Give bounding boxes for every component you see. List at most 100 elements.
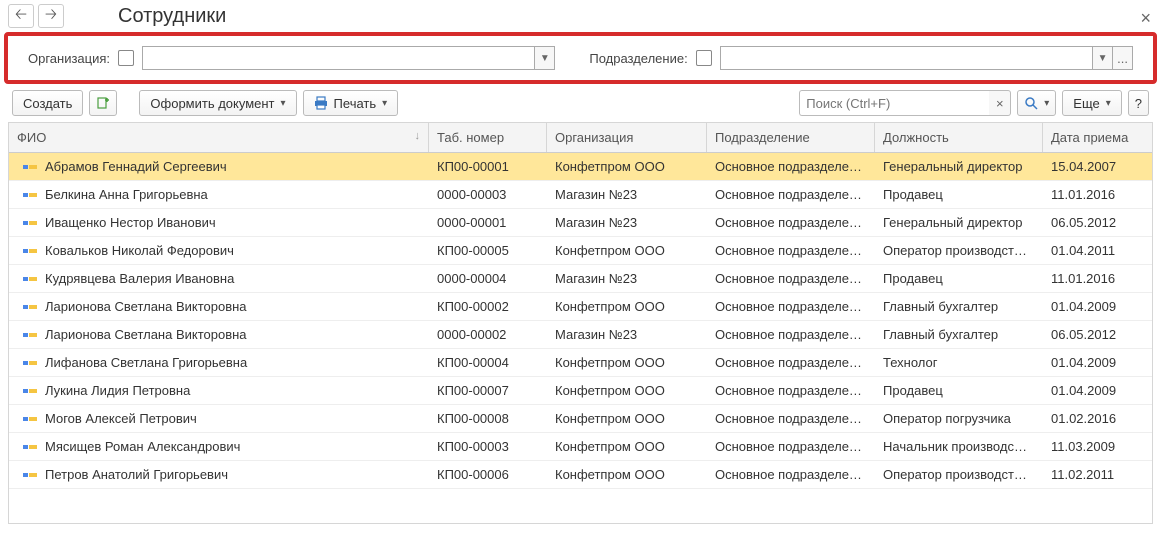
cell-fio: Кудрявцева Валерия Ивановна <box>9 271 429 286</box>
cell-dol: Оператор производст… <box>875 243 1043 258</box>
table-row[interactable]: Могов Алексей ПетровичКП00-00008Конфетпр… <box>9 405 1152 433</box>
cell-pod: Основное подразделе… <box>707 355 875 370</box>
create-button[interactable]: Создать <box>12 90 83 116</box>
org-select-input[interactable] <box>142 46 535 70</box>
toolbar: Создать Оформить документ ▾ Печать ▾ × ▾… <box>0 90 1161 122</box>
employee-icon <box>23 445 37 449</box>
pod-checkbox[interactable] <box>696 50 712 66</box>
col-date[interactable]: Дата приема <box>1043 123 1143 152</box>
cell-tab: КП00-00004 <box>429 355 547 370</box>
table-row[interactable]: Ларионова Светлана Викторовна0000-00002М… <box>9 321 1152 349</box>
grid-header: ФИО ↓ Таб. номер Организация Подразделен… <box>9 123 1152 153</box>
cell-pod: Основное подразделе… <box>707 439 875 454</box>
org-label: Организация: <box>28 51 110 66</box>
help-button[interactable]: ? <box>1128 90 1149 116</box>
table-row[interactable]: Мясищев Роман АлександровичКП00-00003Кон… <box>9 433 1152 461</box>
table-row[interactable]: Иващенко Нестор Иванович 0000-00001Магази… <box>9 209 1152 237</box>
cell-fio: Ларионова Светлана Викторовна <box>9 299 429 314</box>
cell-fio: Ларионова Светлана Викторовна <box>9 327 429 342</box>
ellipsis-icon: ... <box>1117 51 1128 66</box>
table-row[interactable]: Ларионова Светлана ВикторовнаКП00-00002К… <box>9 293 1152 321</box>
close-button[interactable]: × <box>1140 8 1151 29</box>
pod-select-dropdown[interactable]: ▼ <box>1093 46 1113 70</box>
cell-tab: КП00-00007 <box>429 383 547 398</box>
employees-grid: ФИО ↓ Таб. номер Организация Подразделен… <box>8 122 1153 524</box>
search-button[interactable]: ▾ <box>1017 90 1056 116</box>
cell-date: 11.03.2009 <box>1043 439 1143 454</box>
back-button[interactable]: 🡠 <box>8 4 34 28</box>
table-row[interactable]: Лукина Лидия Петровна КП00-00007Конфетпро… <box>9 377 1152 405</box>
arrow-left-icon: 🡠 <box>15 4 27 29</box>
fio-text: Петров Анатолий Григорьевич <box>45 467 228 482</box>
cell-pod: Основное подразделе… <box>707 271 875 286</box>
pod-select-more[interactable]: ... <box>1113 46 1133 70</box>
employee-icon <box>23 333 37 337</box>
cell-org: Магазин №23 <box>547 327 707 342</box>
cell-org: Конфетпром ООО <box>547 411 707 426</box>
table-row[interactable]: Ковальков Николай ФедоровичКП00-00005Кон… <box>9 237 1152 265</box>
cell-tab: КП00-00006 <box>429 467 547 482</box>
employee-icon <box>23 193 37 197</box>
employee-icon <box>23 249 37 253</box>
search-icon <box>1024 96 1038 110</box>
chevron-down-icon: ▾ <box>1106 98 1111 109</box>
cell-dol: Оператор погрузчика <box>875 411 1043 426</box>
fio-text: Могов Алексей Петрович <box>45 411 197 426</box>
cell-dol: Продавец <box>875 187 1043 202</box>
col-tab[interactable]: Таб. номер <box>429 123 547 152</box>
print-icon <box>314 96 328 110</box>
cell-date: 01.02.2016 <box>1043 411 1143 426</box>
fio-text: Мясищев Роман Александрович <box>45 439 240 454</box>
fio-text: Лукина Лидия Петровна <box>45 383 190 398</box>
cell-date: 11.01.2016 <box>1043 271 1143 286</box>
fio-text: Абрамов Геннадий Сергеевич <box>45 159 227 174</box>
fio-text: Лифанова Светлана Григорьевна <box>45 355 247 370</box>
cell-dol: Главный бухгалтер <box>875 327 1043 342</box>
cell-date: 11.01.2016 <box>1043 187 1143 202</box>
fio-text: Иващенко Нестор Иванович <box>45 215 216 230</box>
table-row[interactable]: Абрамов Геннадий СергеевичКП00-00001Конф… <box>9 153 1152 181</box>
employee-icon <box>23 165 37 169</box>
close-icon: × <box>1140 8 1151 28</box>
document-button[interactable]: Оформить документ ▾ <box>139 90 296 116</box>
cell-fio: Лукина Лидия Петровна <box>9 383 429 398</box>
search-clear-button[interactable]: × <box>989 90 1011 116</box>
pod-select-input[interactable] <box>720 46 1093 70</box>
forward-button[interactable]: 🡢 <box>38 4 64 28</box>
cell-fio: Иващенко Нестор Иванович <box>9 215 429 230</box>
cell-org: Конфетпром ООО <box>547 355 707 370</box>
cell-fio: Лифанова Светлана Григорьевна <box>9 355 429 370</box>
cell-tab: 0000-00001 <box>429 215 547 230</box>
cell-date: 06.05.2012 <box>1043 215 1143 230</box>
cell-org: Конфетпром ООО <box>547 159 707 174</box>
more-button[interactable]: Еще ▾ <box>1062 90 1121 116</box>
search-input[interactable] <box>799 90 989 116</box>
org-checkbox[interactable] <box>118 50 134 66</box>
fio-text: Ларионова Светлана Викторовна <box>45 327 247 342</box>
table-row[interactable]: Кудрявцева Валерия Ивановна0000-00004Маг… <box>9 265 1152 293</box>
cell-dol: Начальник производс… <box>875 439 1043 454</box>
copy-button[interactable] <box>89 90 117 116</box>
fio-text: Кудрявцева Валерия Ивановна <box>45 271 234 286</box>
cell-dol: Оператор производст… <box>875 467 1043 482</box>
cell-org: Магазин №23 <box>547 215 707 230</box>
cell-pod: Основное подразделе… <box>707 299 875 314</box>
employee-icon <box>23 221 37 225</box>
fio-text: Ковальков Николай Федорович <box>45 243 234 258</box>
org-select-dropdown[interactable]: ▼ <box>535 46 555 70</box>
cell-date: 01.04.2009 <box>1043 299 1143 314</box>
col-dol[interactable]: Должность <box>875 123 1043 152</box>
cell-org: Конфетпром ООО <box>547 383 707 398</box>
col-fio[interactable]: ФИО ↓ <box>9 123 429 152</box>
cell-org: Конфетпром ООО <box>547 299 707 314</box>
print-button[interactable]: Печать ▾ <box>303 90 399 116</box>
col-org[interactable]: Организация <box>547 123 707 152</box>
help-icon: ? <box>1135 96 1142 111</box>
create-label: Создать <box>23 96 72 111</box>
table-row[interactable]: Петров Анатолий ГригорьевичКП00-00006Кон… <box>9 461 1152 489</box>
table-row[interactable]: Белкина Анна Григорьевна0000-00003Магази… <box>9 181 1152 209</box>
cell-dol: Продавец <box>875 271 1043 286</box>
pod-label: Подразделение: <box>589 51 687 66</box>
col-pod[interactable]: Подразделение <box>707 123 875 152</box>
table-row[interactable]: Лифанова Светлана Григорьевна КП00-00004К… <box>9 349 1152 377</box>
